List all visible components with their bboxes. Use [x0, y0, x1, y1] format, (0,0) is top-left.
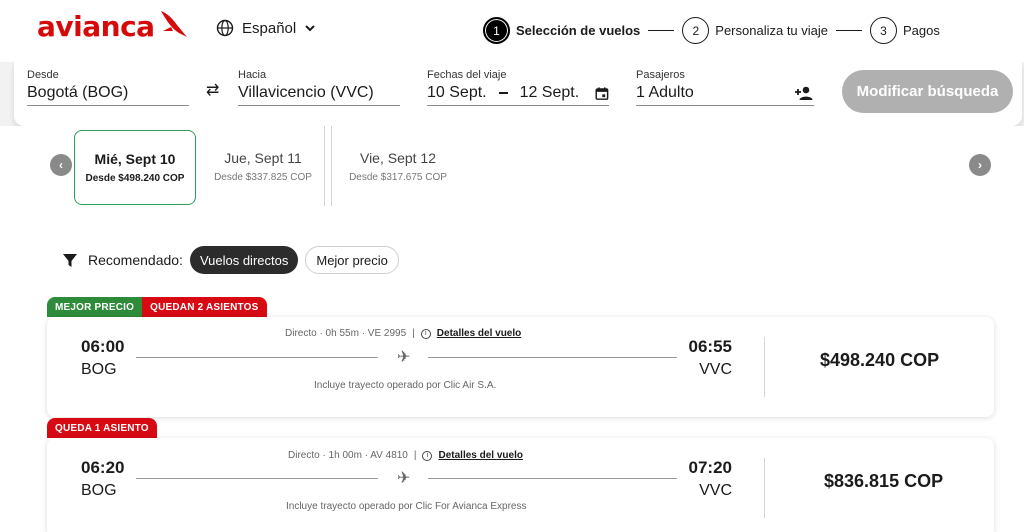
route-line [428, 478, 677, 479]
add-person-icon[interactable] [794, 85, 814, 101]
date-option[interactable]: Jue, Sept 11 Desde $337.825 COP [200, 130, 326, 205]
route-line [136, 357, 378, 358]
flight-price[interactable]: $836.815 COP [824, 471, 943, 492]
best-price-chip[interactable]: Mejor precio [305, 246, 399, 274]
filter-label: Recomendado: [88, 252, 183, 268]
globe-icon [216, 19, 234, 37]
booking-stepper: 1 Selección de vuelos 2 Personaliza tu v… [483, 17, 940, 44]
passengers-label: Pasajeros [636, 69, 685, 81]
date-option[interactable]: Vie, Sept 12 Desde $317.675 COP [336, 130, 460, 205]
flight-card[interactable]: 06:20 BOG Directo · 1h 00m · AV 4810 | i… [47, 438, 994, 532]
date-option-price: Desde $317.675 COP [349, 172, 447, 183]
date-option-price: Desde $337.825 COP [214, 172, 312, 183]
date-option-day: Jue, Sept 11 [224, 150, 302, 166]
origin-label: Desde [27, 69, 59, 81]
date-option-day: Mié, Sept 10 [94, 151, 176, 167]
dates-label: Fechas del viaje [427, 69, 507, 81]
arrival-time: 07:20 [688, 458, 732, 477]
best-price-badge: MEJOR PRECIO [47, 297, 143, 317]
flight-card[interactable]: 06:00 BOG Directo · 0h 55m · VE 2995 | i… [47, 317, 994, 417]
arrival-code: VVC [699, 361, 732, 378]
dates-value[interactable]: 10 Sept. 12 Sept. [427, 84, 609, 106]
date-option-price: Desde $498.240 COP [85, 173, 185, 184]
divider [331, 126, 332, 206]
search-summary: Desde Bogotá (BOG) ⇄ Hacia Villavicencio… [14, 62, 1022, 126]
operator-note: Incluye trayecto operado por Clic Air S.… [314, 380, 497, 391]
step-2-label: Personaliza tu viaje [715, 23, 829, 38]
filter-row: Recomendado: Vuelos directos Mejor preci… [62, 246, 399, 274]
flight-badges: MEJOR PRECIO QUEDAN 2 ASIENTOS [47, 297, 267, 317]
origin-value[interactable]: Bogotá (BOG) [27, 84, 189, 106]
flight-summary: Directo · 1h 00m · AV 4810 [288, 450, 408, 461]
destination-field[interactable]: Hacia Villavicencio (VVC) [238, 69, 400, 106]
destination-label: Hacia [238, 69, 267, 81]
results-area: Recomendado: Vuelos directos Mejor preci… [0, 210, 1024, 532]
origin-field[interactable]: Desde Bogotá (BOG) [27, 69, 189, 106]
language-label: Español [242, 19, 297, 37]
info-icon: i [420, 328, 431, 339]
departure-time: 06:00 [81, 337, 125, 356]
passengers-count: 1 Adulto [636, 84, 694, 101]
operator-note: Incluye trayecto operado por Clic For Av… [286, 501, 527, 512]
dates-field[interactable]: Fechas del viaje 10 Sept. 12 Sept. [427, 69, 609, 106]
chevron-down-icon [305, 25, 315, 32]
departure-code: BOG [81, 361, 117, 378]
next-dates-button[interactable]: › [969, 154, 991, 176]
avianca-bird-icon [160, 10, 187, 37]
info-separator: | [412, 328, 415, 339]
step-3-label: Pagos [903, 23, 940, 38]
modify-search-button[interactable]: Modificar búsqueda [842, 70, 1013, 113]
previous-dates-button[interactable]: ‹ [50, 154, 72, 176]
flight-info: Directo · 1h 00m · AV 4810 | i Detalles … [288, 450, 523, 461]
divider [764, 458, 765, 518]
route-line [428, 357, 677, 358]
date-end: 12 Sept. [519, 84, 580, 101]
flight-details-link[interactable]: Detalles del vuelo [438, 450, 522, 461]
info-separator: | [413, 450, 417, 461]
departure-code: BOG [81, 482, 117, 499]
date-start: 10 Sept. [427, 84, 487, 101]
top-header: avianca Español 1 Selección de vuelos 2 … [0, 0, 1024, 62]
flight-price[interactable]: $498.240 COP [820, 350, 939, 371]
airplane-icon: ✈ [397, 349, 411, 366]
passengers-field[interactable]: Pasajeros 1 Adulto [636, 69, 814, 106]
seats-left-badge: QUEDA 1 ASIENTO [47, 418, 157, 438]
divider [324, 126, 325, 206]
flight-badges: QUEDA 1 ASIENTO [47, 418, 157, 438]
arrival-time: 06:55 [688, 337, 732, 356]
date-option-day: Vie, Sept 12 [359, 150, 437, 166]
departure-time: 06:20 [81, 458, 125, 477]
filter-icon [63, 254, 77, 267]
airplane-icon: ✈ [397, 470, 411, 487]
step-1-circle: 1 [483, 17, 510, 44]
date-option-selected[interactable]: Mié, Sept 10 Desde $498.240 COP [74, 130, 196, 205]
step-connector [648, 30, 675, 31]
logo-text: avianca [37, 10, 155, 43]
divider [764, 337, 765, 397]
step-2-circle: 2 [682, 17, 710, 44]
step-1-label: Selección de vuelos [516, 23, 641, 38]
arrival-code: VVC [699, 482, 732, 499]
swap-icon[interactable]: ⇄ [206, 80, 219, 100]
direct-flights-chip[interactable]: Vuelos directos [189, 246, 299, 274]
flight-details-link[interactable]: Detalles del vuelo [437, 328, 521, 339]
calendar-icon[interactable] [595, 85, 609, 102]
info-icon: i [422, 450, 433, 461]
seats-left-badge: QUEDAN 2 ASIENTOS [142, 297, 267, 317]
language-selector[interactable]: Español [216, 19, 316, 37]
route-line [136, 478, 378, 479]
date-carousel: ‹ Mié, Sept 10 Desde $498.240 COP Jue, S… [0, 126, 1024, 210]
flight-summary: Directo · 0h 55m · VE 2995 [285, 328, 407, 339]
step-connector [836, 30, 863, 31]
passengers-value[interactable]: 1 Adulto [636, 84, 814, 106]
avianca-logo[interactable]: avianca [37, 10, 189, 43]
step-3-circle: 3 [870, 17, 898, 44]
date-range-dash [498, 92, 508, 94]
destination-value[interactable]: Villavicencio (VVC) [238, 84, 400, 106]
flight-info: Directo · 0h 55m · VE 2995 | i Detalles … [285, 328, 521, 339]
